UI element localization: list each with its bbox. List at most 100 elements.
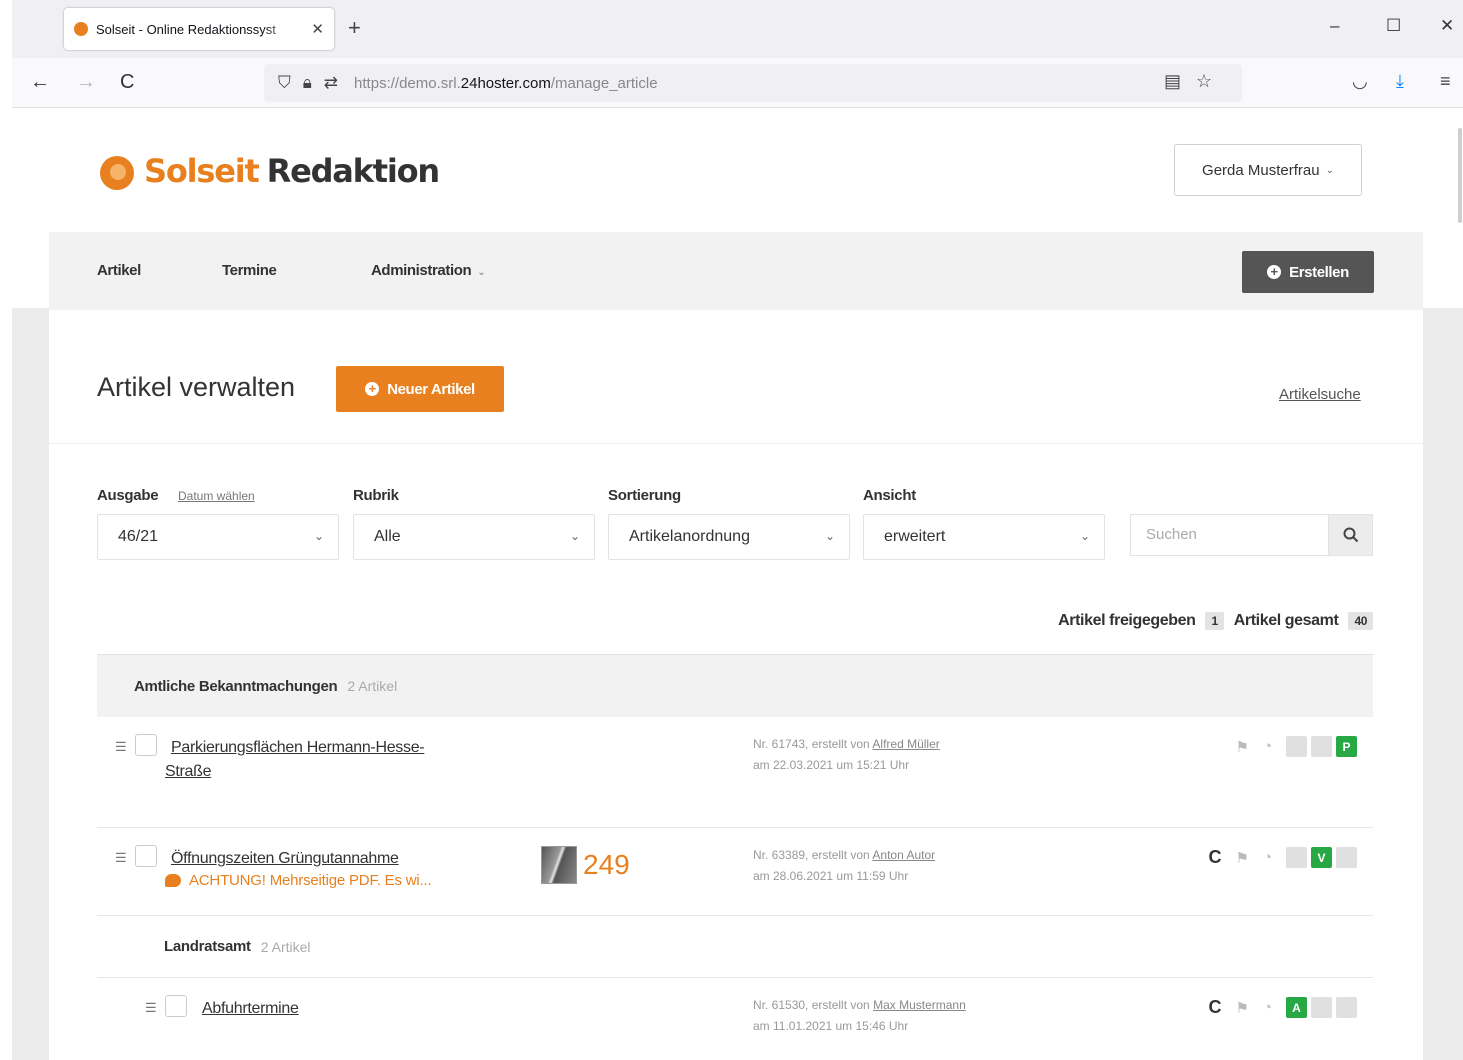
- nav-item-termine[interactable]: Termine: [222, 262, 277, 279]
- rubrik-select[interactable]: Alle ⌄: [353, 514, 595, 560]
- rss-icon[interactable]: ◔: [1263, 999, 1272, 1016]
- article-checkbox[interactable]: [135, 845, 157, 867]
- group-name: Amtliche Bekanntmachungen: [134, 677, 338, 695]
- chevron-down-icon: ⌄: [824, 529, 835, 543]
- group-count: 2 Artikel: [260, 938, 311, 955]
- status-badge[interactable]: [1286, 847, 1307, 868]
- nav-item-artikel[interactable]: Artikel: [97, 262, 141, 279]
- drag-handle-icon[interactable]: ☰: [115, 850, 127, 866]
- drag-handle-icon[interactable]: ☰: [115, 739, 127, 755]
- logo[interactable]: Solseit Redaktion: [100, 152, 441, 190]
- tab-close-icon[interactable]: ✕: [311, 20, 324, 38]
- url-text[interactable]: https://demo.srl.24hoster.com/manage_art…: [354, 75, 658, 92]
- group-name: Landratsamt: [164, 938, 251, 955]
- create-button[interactable]: + Erstellen: [1242, 251, 1374, 293]
- new-tab-button[interactable]: +: [348, 16, 361, 40]
- status-badge[interactable]: [1336, 847, 1357, 868]
- choose-date-link[interactable]: Datum wählen: [178, 489, 255, 503]
- main-content: Artikel verwalten + Neuer Artikel Artike…: [49, 310, 1423, 1060]
- reader-icon[interactable]: ▤: [1164, 71, 1181, 92]
- search-button[interactable]: [1328, 514, 1373, 556]
- chevron-down-icon: ⌄: [1325, 164, 1334, 176]
- group-count: 2 Artikel: [347, 678, 398, 694]
- page-background: [1423, 308, 1463, 1060]
- status-badge-v[interactable]: V: [1311, 847, 1332, 868]
- menu-icon[interactable]: ≡: [1440, 71, 1451, 92]
- article-thumbnail[interactable]: 249: [541, 846, 630, 884]
- chevron-down-icon: ⌄: [313, 529, 324, 543]
- main-nav: Artikel Termine Administration ⌄ + Erstel…: [49, 232, 1423, 310]
- reload-icon[interactable]: C: [120, 70, 134, 94]
- article-warning: ACHTUNG! Mehrseitige PDF. Es wi...: [165, 872, 432, 889]
- tab-title: Solseit - Online Redaktionssyst: [96, 21, 276, 37]
- article-row[interactable]: ☰ Abfuhrtermine Nr. 61530, erstellt von …: [97, 978, 1373, 1060]
- flag-icon[interactable]: ⚑: [1235, 849, 1248, 867]
- search-input[interactable]: Suchen: [1130, 514, 1328, 556]
- author-link[interactable]: Anton Autor: [872, 848, 935, 862]
- favicon-icon: [74, 22, 88, 36]
- scrollbar[interactable]: [1458, 128, 1462, 223]
- status-badge[interactable]: [1286, 736, 1307, 757]
- nav-item-administration[interactable]: Administration ⌄: [371, 262, 486, 279]
- permissions-icon[interactable]: ⇄: [324, 73, 338, 93]
- ausgabe-select[interactable]: 46/21 ⌄: [97, 514, 339, 560]
- article-counts: Artikel freigegeben 1 Artikel gesamt 40: [1058, 612, 1373, 630]
- article-meta: Nr. 61743, erstellt von Alfred Müller am…: [753, 737, 940, 772]
- released-count-badge: 1: [1205, 612, 1224, 630]
- window-close-icon[interactable]: ✕: [1440, 16, 1454, 36]
- article-title-link[interactable]: Abfuhrtermine: [202, 997, 299, 1021]
- status-badge-a[interactable]: A: [1286, 997, 1307, 1018]
- article-meta: Nr. 63389, erstellt von Anton Autor am 2…: [753, 848, 936, 883]
- article-search-link[interactable]: Artikelsuche: [1279, 386, 1361, 403]
- released-label: Artikel freigegeben: [1058, 612, 1196, 629]
- user-name: Gerda Musterfrau: [1202, 161, 1320, 179]
- forward-arrow-icon[interactable]: →: [76, 70, 96, 94]
- rss-icon[interactable]: ◔: [1263, 849, 1272, 866]
- ansicht-select[interactable]: erweitert ⌄: [863, 514, 1105, 560]
- article-row[interactable]: ☰ Öffnungszeiten Grüngutannahme ACHTUNG!…: [97, 828, 1373, 916]
- download-icon[interactable]: ⤓: [1396, 71, 1404, 92]
- lock-icon[interactable]: 🔒︎: [303, 73, 312, 93]
- shield-icon[interactable]: ⛉: [278, 73, 291, 93]
- back-arrow-icon[interactable]: ←: [30, 70, 50, 94]
- group-header[interactable]: Amtliche Bekanntmachungen 2 Artikel: [97, 654, 1373, 717]
- browser-tab-bar: Solseit - Online Redaktionssyst ✕ + – ☐ …: [12, 0, 1463, 58]
- pocket-icon[interactable]: ◡: [1352, 71, 1368, 92]
- browser-nav-bar: ← → C ⛉ 🔒︎ ⇄ https://demo.srl.24hoster.c…: [12, 58, 1463, 108]
- ausgabe-label: Ausgabe: [97, 487, 159, 504]
- article-checkbox[interactable]: [165, 995, 187, 1017]
- drag-handle-icon[interactable]: ☰: [145, 1000, 157, 1016]
- page-title: Artikel verwalten: [97, 372, 296, 402]
- url-bar[interactable]: ⛉ 🔒︎ ⇄ https://demo.srl.24hoster.com/man…: [264, 64, 1242, 102]
- plus-circle-icon: +: [365, 382, 380, 396]
- author-link[interactable]: Alfred Müller: [872, 737, 939, 751]
- browser-tab[interactable]: Solseit - Online Redaktionssyst ✕: [64, 8, 334, 50]
- article-title-link[interactable]: Parkierungsflächen Hermann-Hesse- Straße: [165, 736, 425, 784]
- article-actions: C ⚑ ◔ A: [1194, 997, 1357, 1018]
- sortierung-select[interactable]: Artikelanordnung ⌄: [608, 514, 850, 560]
- refresh-icon[interactable]: C: [1208, 847, 1221, 868]
- new-article-button[interactable]: + Neuer Artikel: [336, 366, 504, 412]
- logo-title: Redaktion: [266, 152, 441, 190]
- article-row[interactable]: ☰ Parkierungsflächen Hermann-Hesse- Straß…: [97, 717, 1373, 828]
- article-title-link[interactable]: Öffnungszeiten Grüngutannahme: [171, 847, 399, 871]
- article-checkbox[interactable]: [135, 734, 157, 756]
- maximize-icon[interactable]: ☐: [1386, 16, 1401, 36]
- group-header[interactable]: Landratsamt 2 Artikel: [97, 916, 1373, 978]
- author-link[interactable]: Max Mustermann: [873, 998, 966, 1012]
- chevron-down-icon: ⌄: [569, 529, 580, 543]
- article-meta: Nr. 61530, erstellt von Max Mustermann a…: [753, 998, 966, 1033]
- refresh-icon[interactable]: C: [1208, 997, 1221, 1018]
- user-menu-button[interactable]: Gerda Musterfrau ⌄: [1174, 144, 1362, 196]
- rss-icon[interactable]: ◔: [1263, 738, 1272, 755]
- status-badge[interactable]: [1336, 997, 1357, 1018]
- comment-icon: [165, 874, 181, 887]
- status-badge[interactable]: [1311, 736, 1332, 757]
- flag-icon[interactable]: ⚑: [1235, 738, 1248, 756]
- bookmark-star-icon[interactable]: ☆: [1196, 71, 1212, 92]
- status-badge-p[interactable]: P: [1336, 736, 1357, 757]
- flag-icon[interactable]: ⚑: [1235, 999, 1248, 1017]
- status-badge[interactable]: [1311, 997, 1332, 1018]
- minimize-icon[interactable]: –: [1330, 16, 1339, 36]
- ansicht-label: Ansicht: [863, 487, 916, 504]
